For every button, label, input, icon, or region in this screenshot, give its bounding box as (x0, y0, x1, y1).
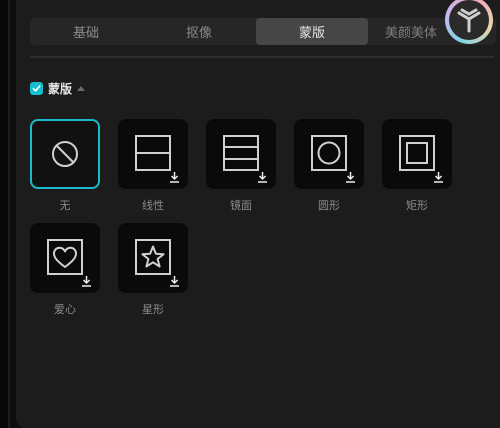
mask-option-linear[interactable]: 线性 (118, 119, 188, 213)
mask-option-star[interactable]: 星形 (118, 223, 188, 317)
collapse-caret-icon[interactable] (77, 85, 86, 91)
tab-cutout[interactable]: 抠像 (143, 18, 255, 45)
mask-tile[interactable] (206, 119, 276, 189)
mask-label: 镜面 (230, 199, 252, 212)
mask-tile[interactable] (294, 119, 364, 189)
download-icon (170, 172, 179, 183)
checkmark-icon (32, 84, 41, 92)
properties-panel: 基础 抠像 蒙版 美颜美体 蒙版 无 线性 镜面 圆形 矩形 爱心 星形 (16, 0, 500, 428)
mask-tile[interactable] (382, 119, 452, 189)
mask-label: 星形 (142, 303, 164, 316)
download-icon (434, 172, 443, 183)
left-edge (8, 0, 10, 428)
download-icon (346, 172, 355, 183)
mask-label: 圆形 (318, 199, 340, 212)
tab-mask[interactable]: 蒙版 (256, 18, 368, 45)
mask-tile[interactable] (118, 119, 188, 189)
mask-section-title: 蒙版 (48, 81, 73, 96)
none-icon (52, 141, 78, 167)
mask-option-mirror[interactable]: 镜面 (206, 119, 276, 213)
mask-option-none[interactable]: 无 (30, 119, 100, 213)
tab-bar: 基础 抠像 蒙版 美颜美体 (30, 18, 496, 45)
left-rail (0, 0, 8, 428)
mask-option-circle[interactable]: 圆形 (294, 119, 364, 213)
logo-inner (449, 0, 489, 40)
mask-section-header: 蒙版 (30, 80, 86, 96)
mask-option-heart[interactable]: 爱心 (30, 223, 100, 317)
mask-option-rectangle[interactable]: 矩形 (382, 119, 452, 213)
download-icon (170, 276, 179, 287)
tab-divider (30, 56, 494, 58)
mask-label: 无 (59, 199, 71, 212)
mask-label: 线性 (142, 199, 164, 212)
mask-tile[interactable] (30, 119, 100, 189)
mask-label: 矩形 (406, 199, 428, 212)
mask-enable-checkbox[interactable] (30, 81, 43, 95)
tab-basic[interactable]: 基础 (30, 18, 142, 45)
mask-tile[interactable] (30, 223, 100, 293)
download-icon (82, 276, 91, 287)
mask-tile[interactable] (118, 223, 188, 293)
logo-mark-icon (457, 8, 481, 33)
mask-label: 爱心 (54, 303, 76, 316)
download-icon (258, 172, 267, 183)
